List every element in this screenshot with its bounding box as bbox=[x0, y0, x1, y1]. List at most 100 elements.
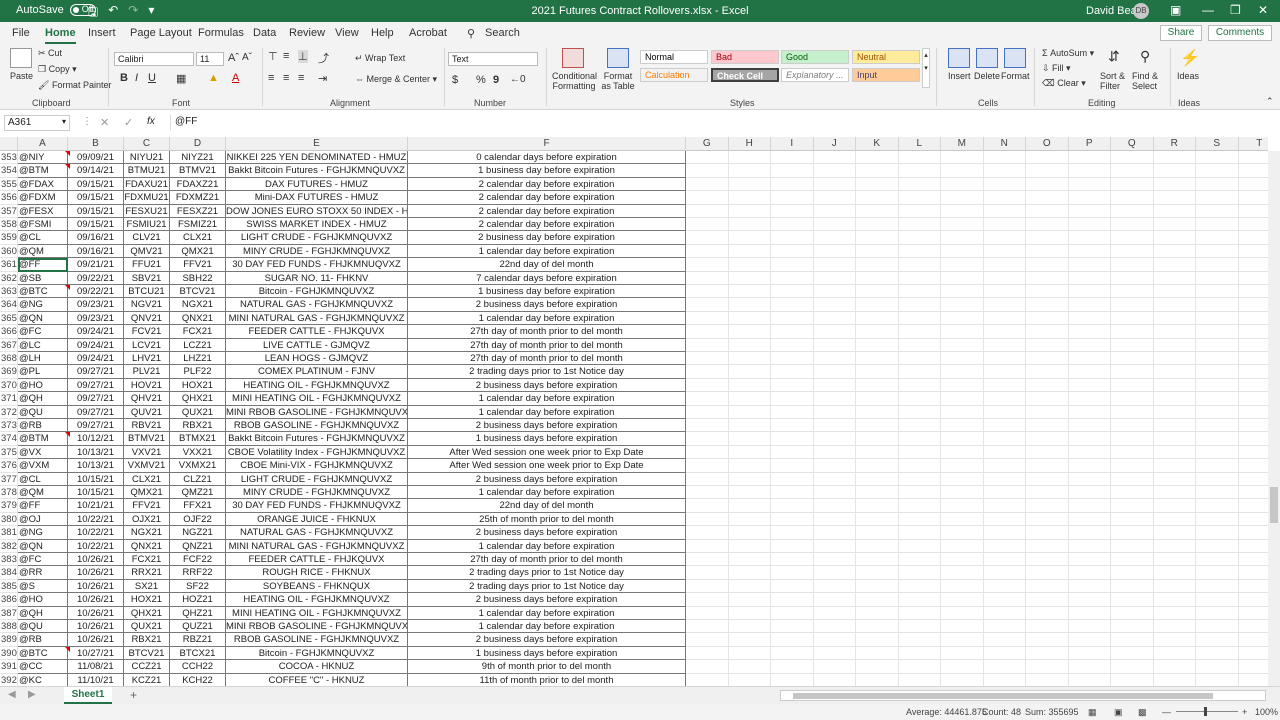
empty-cell[interactable] bbox=[983, 432, 1026, 446]
share-button[interactable]: Share bbox=[1160, 25, 1202, 41]
cell-e[interactable]: FEEDER CATTLE - FHJKQUVX bbox=[226, 325, 408, 339]
empty-cell[interactable] bbox=[856, 352, 899, 366]
empty-cell[interactable] bbox=[813, 204, 856, 218]
empty-cell[interactable] bbox=[941, 579, 984, 594]
align-center-icon[interactable]: ≡ bbox=[283, 72, 289, 84]
cell-b[interactable]: 09/27/21 bbox=[68, 405, 124, 419]
empty-cell[interactable] bbox=[1238, 392, 1268, 406]
row-header[interactable]: 373 bbox=[0, 419, 18, 433]
cell-a[interactable]: @QM bbox=[18, 244, 68, 259]
empty-cell[interactable] bbox=[1238, 553, 1268, 567]
empty-cell[interactable] bbox=[813, 177, 856, 192]
empty-cell[interactable] bbox=[941, 244, 984, 259]
empty-cell[interactable] bbox=[686, 633, 729, 647]
close-icon[interactable]: ✕ bbox=[1258, 3, 1268, 17]
empty-cell[interactable] bbox=[983, 311, 1026, 326]
empty-cell[interactable] bbox=[1196, 285, 1239, 299]
empty-cell[interactable] bbox=[941, 566, 984, 580]
empty-cell[interactable] bbox=[856, 646, 899, 661]
empty-cell[interactable] bbox=[1111, 392, 1154, 406]
empty-cell[interactable] bbox=[1153, 579, 1196, 594]
empty-cell[interactable] bbox=[728, 271, 771, 285]
cell-a[interactable]: @CL bbox=[18, 231, 68, 245]
empty-cell[interactable] bbox=[1068, 378, 1111, 393]
delete-cells-button[interactable]: Delete bbox=[974, 71, 1000, 81]
empty-cell[interactable] bbox=[941, 271, 984, 285]
empty-cell[interactable] bbox=[813, 285, 856, 299]
format-cells-icon[interactable] bbox=[1004, 48, 1026, 68]
empty-cell[interactable] bbox=[856, 486, 899, 500]
empty-cell[interactable] bbox=[941, 392, 984, 406]
cell-f[interactable]: 2 calendar day before expiration bbox=[408, 218, 686, 232]
cell-c[interactable]: BTMU21 bbox=[124, 164, 170, 178]
cell-a[interactable]: @BTC bbox=[18, 285, 68, 299]
align-middle-icon[interactable]: ≡ bbox=[283, 50, 289, 62]
empty-cell[interactable] bbox=[686, 151, 729, 165]
empty-cell[interactable] bbox=[1068, 151, 1111, 165]
empty-cell[interactable] bbox=[771, 258, 814, 272]
empty-cell[interactable] bbox=[686, 606, 729, 620]
cell-d[interactable]: BTMX21 bbox=[170, 432, 226, 446]
empty-cell[interactable] bbox=[1026, 593, 1069, 607]
comment-indicator-icon[interactable] bbox=[65, 151, 70, 156]
empty-cell[interactable] bbox=[1026, 177, 1069, 192]
empty-cell[interactable] bbox=[1153, 553, 1196, 567]
empty-cell[interactable] bbox=[1153, 432, 1196, 446]
empty-cell[interactable] bbox=[898, 606, 941, 620]
empty-cell[interactable] bbox=[771, 660, 814, 674]
cell-style-check-cell[interactable]: Check Cell bbox=[711, 68, 779, 82]
cell-d[interactable]: BTCV21 bbox=[170, 285, 226, 299]
enter-icon[interactable]: ✓ bbox=[124, 116, 133, 129]
row-header[interactable]: 365 bbox=[0, 311, 18, 326]
borders-icon[interactable]: ▦ bbox=[176, 72, 186, 85]
empty-cell[interactable] bbox=[898, 244, 941, 259]
cell-f[interactable]: 22nd day of del month bbox=[408, 258, 686, 272]
empty-cell[interactable] bbox=[686, 218, 729, 232]
row-header[interactable]: 368 bbox=[0, 352, 18, 366]
cell-a[interactable]: @FC bbox=[18, 553, 68, 567]
empty-cell[interactable] bbox=[1238, 406, 1268, 419]
empty-cell[interactable] bbox=[1238, 218, 1268, 232]
empty-cell[interactable] bbox=[1111, 620, 1154, 634]
empty-cell[interactable] bbox=[1111, 593, 1154, 607]
empty-cell[interactable] bbox=[983, 365, 1026, 379]
row-header[interactable]: 359 bbox=[0, 231, 18, 245]
empty-cell[interactable] bbox=[813, 352, 856, 366]
empty-cell[interactable] bbox=[813, 606, 856, 620]
cell-e[interactable]: Bitcoin - FGHJKMNQUVXZ bbox=[226, 285, 408, 299]
cell-d[interactable]: VXX21 bbox=[170, 445, 226, 460]
empty-cell[interactable] bbox=[728, 177, 771, 192]
cell-d[interactable]: CLZ21 bbox=[170, 472, 226, 486]
empty-cell[interactable] bbox=[1068, 419, 1111, 433]
column-header-l[interactable]: L bbox=[899, 137, 941, 151]
empty-cell[interactable] bbox=[1111, 660, 1154, 674]
cell-c[interactable]: QNV21 bbox=[124, 311, 170, 326]
column-header-t[interactable]: T bbox=[1239, 137, 1280, 151]
cell-d[interactable]: QUZ21 bbox=[170, 620, 226, 634]
cell-e[interactable]: COMEX PLATINUM - FJNV bbox=[226, 365, 408, 379]
empty-cell[interactable] bbox=[771, 646, 814, 661]
horizontal-scroll-thumb[interactable] bbox=[793, 693, 1213, 699]
cell-b[interactable]: 10/26/21 bbox=[68, 620, 124, 634]
empty-cell[interactable] bbox=[1153, 512, 1196, 527]
cell-e[interactable]: 30 DAY FED FUNDS - FHJKMNUQVXZ bbox=[226, 499, 408, 513]
prev-sheet-icon[interactable]: ◀ bbox=[8, 689, 16, 700]
cell-e[interactable]: DAX FUTURES - HMUZ bbox=[226, 177, 408, 192]
cell-f[interactable]: 1 calendar day before expiration bbox=[408, 392, 686, 406]
empty-cell[interactable] bbox=[686, 204, 729, 218]
cell-d[interactable]: HOX21 bbox=[170, 378, 226, 393]
cell-e[interactable]: NIKKEI 225 YEN DENOMINATED - HMUZ bbox=[226, 151, 408, 165]
percent-button[interactable]: % bbox=[476, 74, 486, 86]
empty-cell[interactable] bbox=[728, 472, 771, 486]
empty-cell[interactable] bbox=[856, 472, 899, 486]
empty-cell[interactable] bbox=[1153, 392, 1196, 406]
empty-cell[interactable] bbox=[983, 151, 1026, 165]
empty-cell[interactable] bbox=[686, 352, 729, 366]
empty-cell[interactable] bbox=[1026, 432, 1069, 446]
empty-cell[interactable] bbox=[1196, 419, 1239, 433]
cell-d[interactable]: RBX21 bbox=[170, 419, 226, 433]
cell-style-normal[interactable]: Normal bbox=[640, 50, 708, 64]
empty-cell[interactable] bbox=[771, 378, 814, 393]
empty-cell[interactable] bbox=[983, 579, 1026, 594]
empty-cell[interactable] bbox=[771, 392, 814, 406]
